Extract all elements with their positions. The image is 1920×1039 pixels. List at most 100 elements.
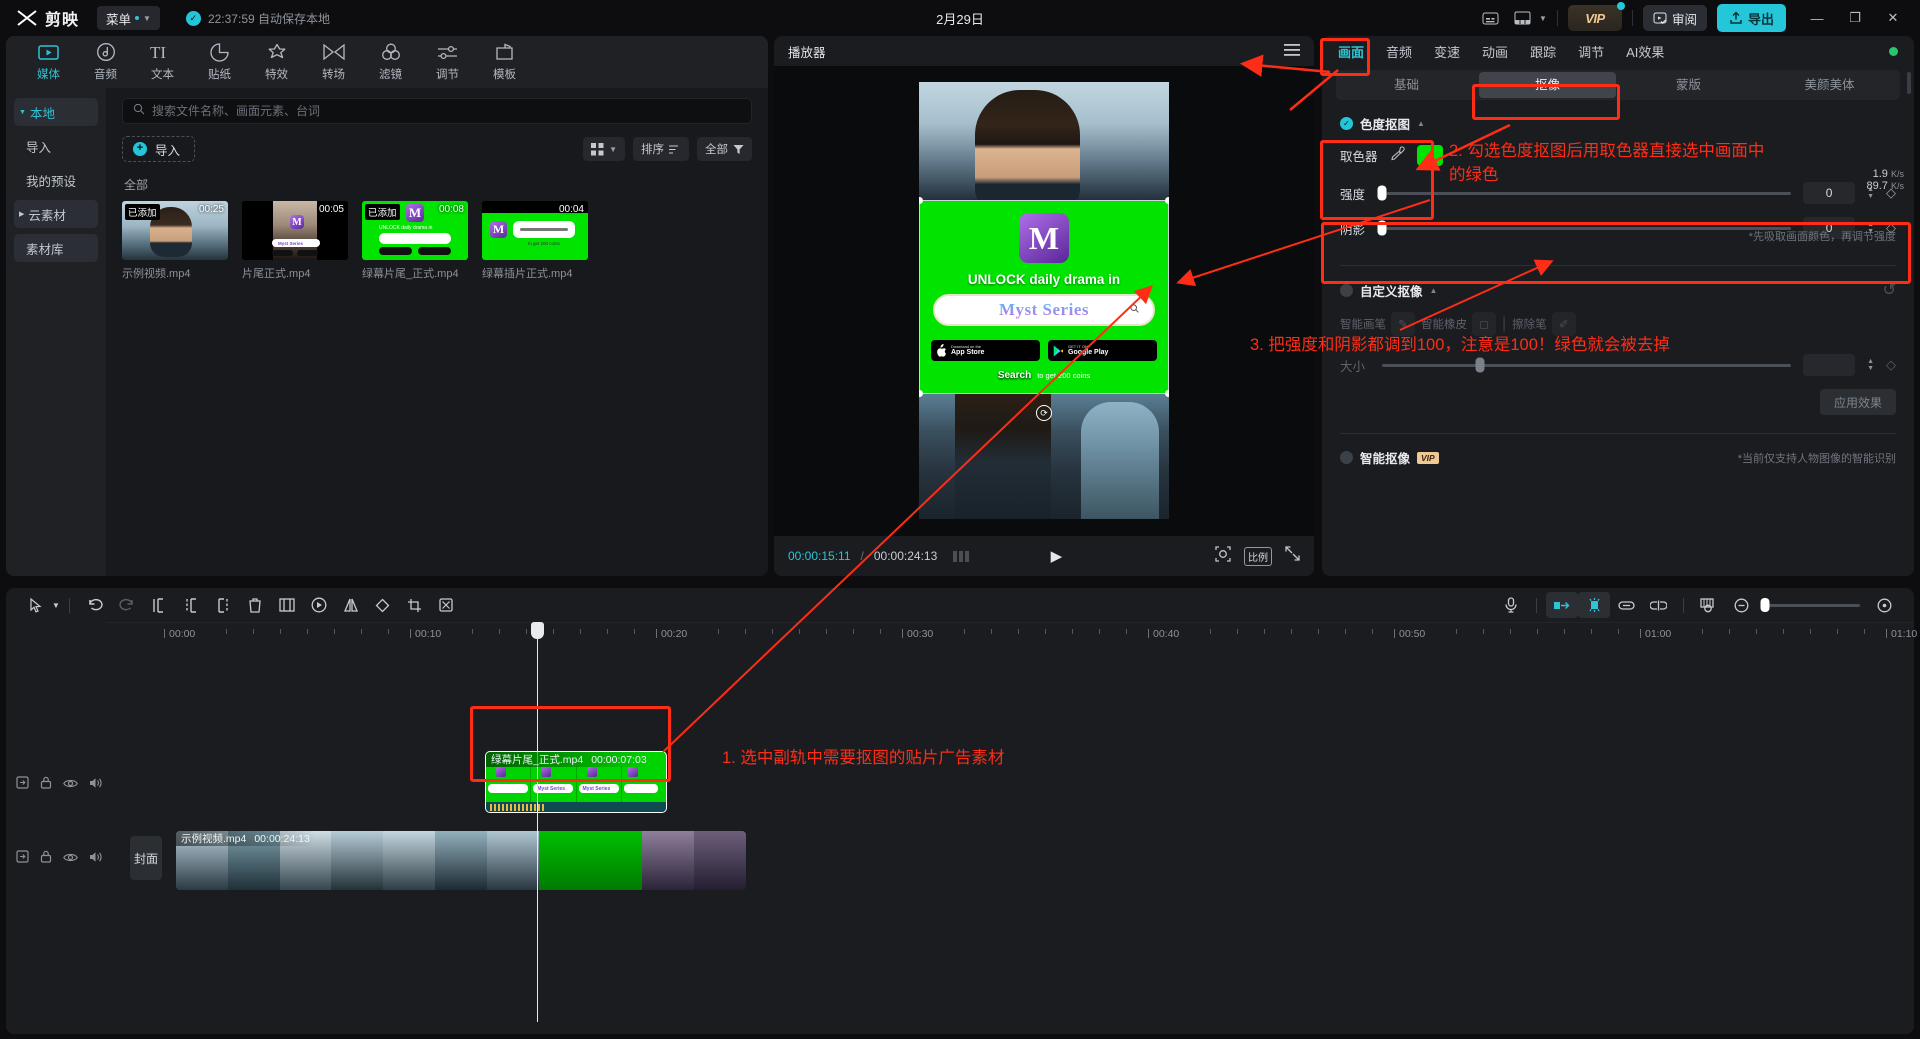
smart-eraser-tool[interactable]: 智能橡皮 ◻ xyxy=(1421,312,1496,336)
track-volume-icon[interactable] xyxy=(89,776,103,794)
layout-chevron-icon[interactable]: ▼ xyxy=(1539,14,1547,23)
split-icon[interactable] xyxy=(143,592,175,618)
tab-adjust[interactable]: 调节 xyxy=(1578,42,1604,61)
picked-color-swatch[interactable] xyxy=(1416,145,1443,166)
search-box[interactable] xyxy=(122,98,752,124)
zoom-out-icon[interactable] xyxy=(1725,592,1757,618)
subtab-keying[interactable]: 抠像 xyxy=(1479,72,1616,98)
mute-icon[interactable] xyxy=(431,592,463,618)
subtab-basic[interactable]: 基础 xyxy=(1338,72,1475,98)
cover-button[interactable]: 封面 xyxy=(130,836,162,880)
delete-icon[interactable] xyxy=(239,592,271,618)
intensity-value[interactable]: 0 xyxy=(1803,182,1856,204)
auto-snap-icon[interactable] xyxy=(1546,592,1578,618)
timeline-playhead[interactable] xyxy=(531,622,544,1022)
tab-sticker[interactable]: 贴纸 xyxy=(191,41,248,82)
search-input[interactable] xyxy=(152,104,741,118)
fullscreen-icon[interactable] xyxy=(1285,546,1300,566)
timeline-zoom-slider[interactable] xyxy=(1760,598,1860,612)
brush-icon[interactable]: ✎ xyxy=(1391,312,1415,336)
nav-cloud-assets[interactable]: ▶ 云素材 xyxy=(14,200,98,228)
checkbox-checked-icon[interactable]: ✓ xyxy=(1340,117,1353,130)
unlink-icon[interactable] xyxy=(1642,592,1674,618)
redo-icon[interactable] xyxy=(111,592,143,618)
tab-effects[interactable]: 特效 xyxy=(248,41,305,82)
chevron-up-icon[interactable]: ▲ xyxy=(1430,286,1438,295)
zoom-in-icon[interactable] xyxy=(1868,592,1900,618)
erase-pen-tool[interactable]: 擦除笔 ✐ xyxy=(1512,312,1576,336)
track-lock-all-icon[interactable] xyxy=(16,850,29,868)
ratio-button[interactable]: 比例 xyxy=(1243,546,1272,566)
video-preview[interactable]: M UNLOCK daily drama in Myst Series Down… xyxy=(919,82,1169,519)
chroma-key-toggle-row[interactable]: ✓ 色度抠图 ▲ xyxy=(1340,114,1896,133)
checkbox-unchecked-icon[interactable] xyxy=(1340,451,1353,464)
media-thumbnail[interactable]: 已添加 00:25 xyxy=(122,201,228,260)
track-lock-icon[interactable] xyxy=(40,776,52,794)
nav-import[interactable]: 导入 xyxy=(14,132,98,160)
track-visibility-icon[interactable] xyxy=(63,776,78,794)
media-thumbnail[interactable]: M UNLOCK daily drama in 已添加 00:08 xyxy=(362,201,468,260)
apply-effect-button[interactable]: 应用效果 xyxy=(1819,389,1896,415)
grid-view-button[interactable]: ▼ xyxy=(583,137,625,161)
timeline-clip-main[interactable]: 示例视频.mp4 00:00:24:13 xyxy=(176,831,746,890)
vip-button[interactable]: VIP xyxy=(1567,2,1625,31)
track-lock-icon[interactable] xyxy=(40,850,52,868)
eraser-icon[interactable]: ◻ xyxy=(1472,312,1496,336)
media-thumbnail[interactable]: M to get 200 coins 00:04 xyxy=(482,201,588,260)
player-menu-icon[interactable] xyxy=(1284,43,1300,60)
eyedropper-icon[interactable] xyxy=(1390,145,1405,166)
tab-tracking[interactable]: 跟踪 xyxy=(1530,42,1556,61)
crop-icon[interactable] xyxy=(399,592,431,618)
tab-speed[interactable]: 变速 xyxy=(1434,42,1460,61)
track-volume-icon[interactable] xyxy=(89,850,103,868)
media-item[interactable]: M to get 200 coins 00:04 绿幕插片正式.mp4 xyxy=(482,201,588,281)
nav-my-presets[interactable]: 我的预设 xyxy=(14,166,98,194)
media-item[interactable]: M Myst Series 00:05 片尾正式.mp4 xyxy=(242,201,348,281)
tab-text[interactable]: TI 文本 xyxy=(134,41,191,82)
trim-right-icon[interactable] xyxy=(207,592,239,618)
properties-scrollbar[interactable] xyxy=(1907,72,1911,94)
select-tool-icon[interactable] xyxy=(20,592,52,618)
microphone-icon[interactable] xyxy=(1495,592,1527,618)
tab-media[interactable]: 媒体 xyxy=(20,41,77,82)
size-keyframe-icon[interactable]: ◇ xyxy=(1886,357,1896,373)
timeline-clip-overlay[interactable]: Myst Series Myst Series 绿幕片尾_正式.mp4 00:0… xyxy=(485,751,667,813)
size-value[interactable] xyxy=(1803,354,1856,376)
shadow-slider-track[interactable] xyxy=(1377,220,1792,236)
media-item[interactable]: M UNLOCK daily drama in 已添加 00:08 绿幕片尾_正… xyxy=(362,201,468,281)
keyframe-icon[interactable] xyxy=(367,592,399,618)
tab-transition[interactable]: 转场 xyxy=(305,41,362,82)
zoom-fit-icon[interactable] xyxy=(1215,545,1231,567)
speed-icon[interactable] xyxy=(303,592,335,618)
tab-adjust[interactable]: 调节 xyxy=(419,41,476,82)
tab-ai-effects[interactable]: AI效果 xyxy=(1626,42,1664,61)
link-icon[interactable] xyxy=(1610,592,1642,618)
pen-icon[interactable]: ✐ xyxy=(1551,312,1576,336)
menu-button[interactable]: 菜单 ▼ xyxy=(97,6,160,30)
nav-local[interactable]: ▼ 本地 xyxy=(14,98,98,126)
magnet-snap-icon[interactable] xyxy=(1578,592,1610,618)
maximize-button[interactable]: ❐ xyxy=(1836,3,1874,33)
nav-asset-library[interactable]: 素材库 xyxy=(14,234,98,262)
chevron-up-icon[interactable]: ▲ xyxy=(1417,119,1425,128)
layout-icon[interactable] xyxy=(1507,4,1537,32)
custom-keying-toggle-row[interactable]: 自定义抠像 ▲ ↺ xyxy=(1340,280,1896,300)
tab-audio[interactable]: 音频 xyxy=(1386,42,1412,61)
size-slider-track[interactable] xyxy=(1382,357,1792,373)
checkbox-unchecked-icon[interactable] xyxy=(1340,283,1353,297)
tab-audio[interactable]: 音频 xyxy=(77,41,134,82)
tab-filter[interactable]: 滤镜 xyxy=(362,41,419,82)
track-preview-icon[interactable] xyxy=(1693,592,1725,618)
subtab-beauty[interactable]: 美颜美体 xyxy=(1761,72,1898,98)
frame-grid-icon[interactable] xyxy=(953,550,970,562)
size-stepper[interactable]: ▲ ▼ xyxy=(1867,358,1874,372)
tool-chevron-icon[interactable]: ▼ xyxy=(52,601,60,610)
tab-template[interactable]: 模板 xyxy=(476,41,533,82)
undo-icon[interactable] xyxy=(79,592,111,618)
tab-animation[interactable]: 动画 xyxy=(1482,42,1508,61)
play-button[interactable]: ▶ xyxy=(1051,547,1063,565)
shadow-slider-knob[interactable] xyxy=(1377,220,1387,236)
export-button[interactable]: 导出 xyxy=(1716,4,1786,32)
track-lock-all-icon[interactable] xyxy=(16,776,29,794)
size-slider-knob[interactable] xyxy=(1475,357,1485,373)
